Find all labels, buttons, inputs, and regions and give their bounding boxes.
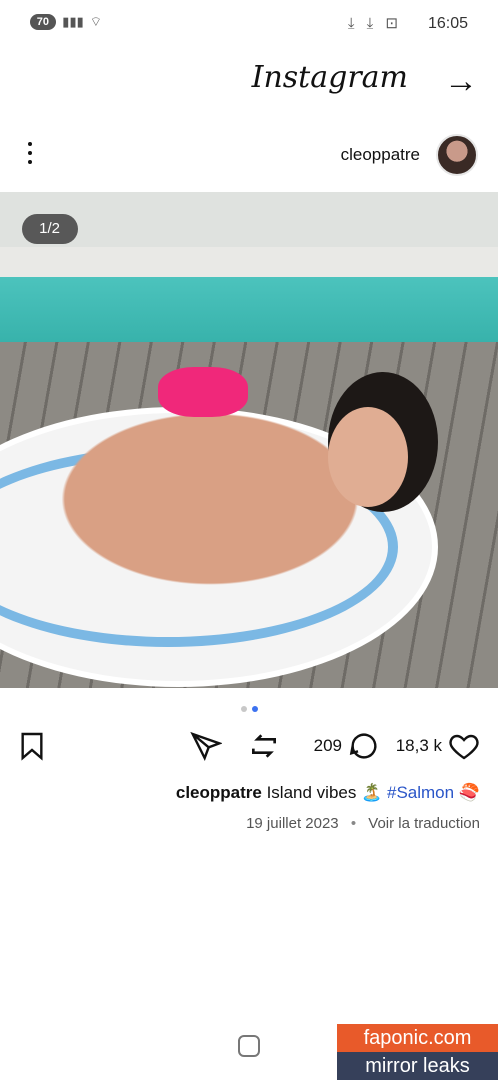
like-button[interactable]: 18,3 k <box>396 730 480 762</box>
status-notification-icons: ⊡ ⤓ ⤓ <box>344 14 398 32</box>
watermark: faponic.com mirror leaks <box>337 1024 498 1080</box>
battery-indicator: 70 <box>30 14 57 30</box>
send-icon <box>190 731 222 761</box>
post-actions: 18,3 k 209 <box>0 730 498 770</box>
translate-link[interactable]: Voir la traduction <box>368 815 480 832</box>
post-photo[interactable]: 1/2 <box>0 192 498 688</box>
repost-icon <box>252 734 276 758</box>
status-time: 16:05 <box>427 15 468 32</box>
wifi-icon: ⌔ <box>89 14 102 29</box>
download-icon: ⤓ <box>343 15 355 32</box>
comment-icon <box>349 733 377 759</box>
carousel-dot-active <box>252 706 258 712</box>
signal-icon: ▮▮▮ <box>62 14 84 29</box>
mirrored-screen: 16:05 ⊡ ⤓ ⤓ ⌔ ▮▮▮ 70 ← Instagram cleoppa… <box>0 0 498 1080</box>
home-nav-icon[interactable] <box>238 1035 260 1057</box>
status-system-icons: ⌔ ▮▮▮ 70 <box>30 14 102 30</box>
post-header: cleoppatre <box>0 130 498 182</box>
heart-icon <box>449 734 479 760</box>
image-counter-badge: 1/2 <box>22 214 78 244</box>
watermark-line2: mirror leaks <box>337 1052 498 1080</box>
bookmark-icon <box>21 732 43 761</box>
comment-count: 209 <box>313 736 342 755</box>
save-button[interactable] <box>16 730 48 762</box>
photo-face <box>328 407 408 507</box>
post-date: 19 juillet 2023 <box>246 815 339 832</box>
share-button[interactable] <box>190 730 222 762</box>
caption-hashtag[interactable]: #Salmon <box>387 783 454 802</box>
carousel-dot <box>241 706 247 712</box>
caption-emoji: 🍣 <box>458 783 480 802</box>
status-bar: 16:05 ⊡ ⤓ ⤓ ⌔ ▮▮▮ 70 <box>0 0 498 50</box>
caption-username[interactable]: cleoppatre <box>176 783 262 802</box>
download-icon: ⤓ <box>362 15 374 32</box>
avatar[interactable] <box>436 134 478 176</box>
screenshot-icon: ⊡ <box>381 15 398 32</box>
more-options-icon[interactable] <box>26 142 32 164</box>
photo-bikini <box>158 367 248 417</box>
instagram-logo: Instagram <box>251 60 408 95</box>
post-caption: cleoppatre Island vibes 🏝️ #Salmon 🍣 <box>10 783 480 803</box>
caption-text: Island vibes 🏝️ <box>266 783 383 802</box>
back-arrow-icon[interactable]: ← <box>444 62 478 101</box>
app-bar: ← Instagram <box>0 52 498 112</box>
like-count: 18,3 k <box>395 736 442 755</box>
post-meta: 19 juillet 2023 • Voir la traduction <box>18 815 480 832</box>
repost-button[interactable] <box>248 730 280 762</box>
carousel-dots <box>241 706 258 712</box>
watermark-line1: faponic.com <box>337 1024 498 1052</box>
meta-separator: • <box>350 815 357 832</box>
post-username[interactable]: cleoppatre <box>341 145 420 165</box>
comment-button[interactable]: 209 <box>314 730 380 762</box>
